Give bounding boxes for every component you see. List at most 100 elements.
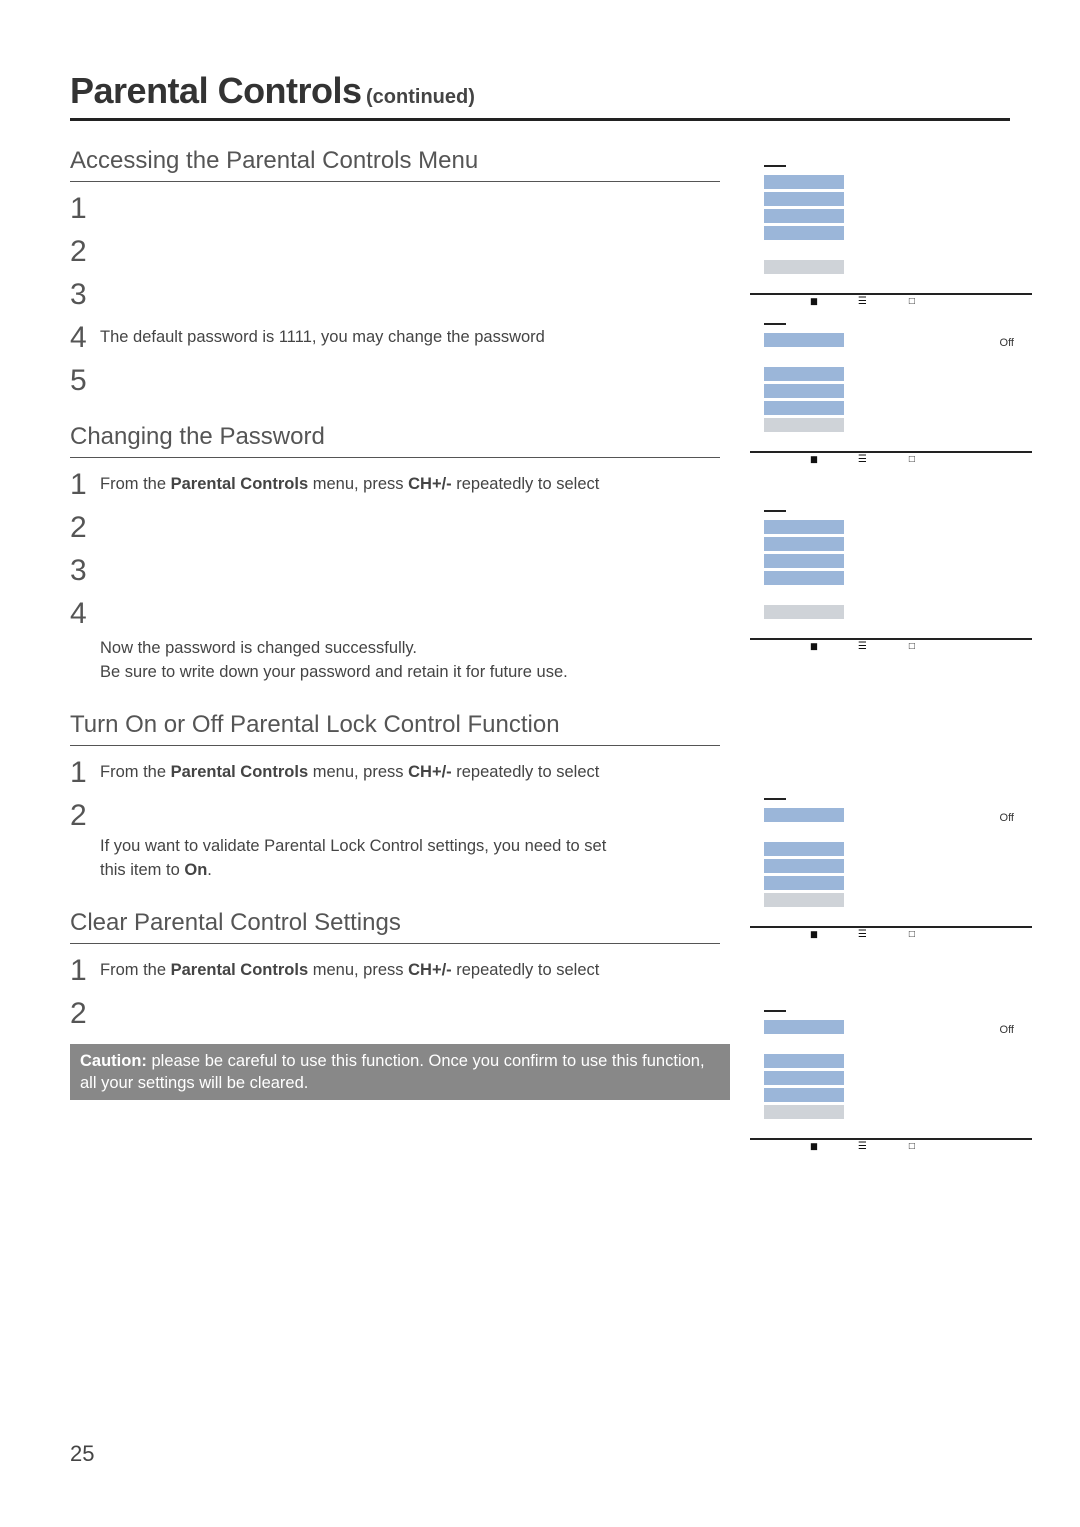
step: 1 From the Parental Controls menu, press… [70,954,740,987]
menu-top-tick [764,1010,786,1012]
menu-screenshot-1 [750,165,1032,295]
list-icon [858,295,867,307]
menu-top-tick [764,323,786,325]
section-rule [70,181,720,182]
step-aftertext: Now the password is changed successfully… [70,632,740,685]
section-rule [70,745,720,746]
step: 1 [70,192,740,225]
menu-box [750,510,1032,640]
continued-label: (continued) [366,86,475,108]
step-number: 2 [70,235,100,268]
pause-icon [810,928,816,940]
text-run: repeatedly to select [452,961,600,979]
menu-item [764,876,844,890]
text-run: this item to [100,861,184,879]
menu-item-list [764,808,844,910]
section-heading-password: Changing the Password [70,423,740,451]
menu-item [764,842,844,856]
text-run: Now the password is changed successfully… [100,639,417,657]
step-number: 1 [70,954,100,987]
stop-icon [909,640,915,652]
menu-screenshot-2: Off [750,323,1032,453]
menu-item [764,859,844,873]
menu-item [764,175,844,189]
menu-screenshot-3 [750,510,1032,640]
bold-run: Parental Controls [171,763,309,781]
step-text: From the Parental Controls menu, press C… [100,756,599,785]
page-title: Parental Controls [70,70,362,111]
bold-run: CH+/- [408,475,452,493]
menu-off-label: Off [1000,812,1014,824]
menu-item [764,1054,844,1068]
text-run: From the [100,763,171,781]
bold-run: CH+/- [408,961,452,979]
menu-screenshot-4: Off [750,798,1032,928]
text-run: If you want to validate Parental Lock Co… [100,837,606,855]
pause-icon [810,453,816,465]
menu-footer-icons [810,928,915,940]
menu-item [764,520,844,534]
menu-item [764,333,844,347]
menu-item-spacer [764,350,844,364]
list-icon [858,928,867,940]
text-run: Be sure to write down your password and … [100,663,568,681]
menu-item [764,226,844,240]
menu-box [750,165,1032,295]
text-run: menu, press [308,763,408,781]
menu-item [764,605,844,619]
caution-text: please be careful to use this function. … [80,1052,705,1092]
menu-screenshot-5: Off [750,1010,1032,1140]
step-number: 2 [70,799,100,832]
step-text: Now the password is changed successfully… [100,632,568,685]
menu-item-spacer [764,588,844,602]
bold-run: On [184,861,207,879]
menu-box: Off [750,323,1032,453]
step-number: 2 [70,511,100,544]
step: 2 [70,799,740,832]
menu-item [764,418,844,432]
left-column: Accessing the Parental Controls Menu 1 2… [70,147,740,1100]
header-rule [70,118,1010,121]
page-root: Parental Controls (continued) Accessing … [0,0,1080,1527]
text-run: repeatedly to select [452,763,600,781]
menu-footer-icons [810,453,915,465]
menu-item [764,537,844,551]
menu-item [764,1088,844,1102]
step-number: 1 [70,468,100,501]
menu-item [764,367,844,381]
menu-box: Off [750,1010,1032,1140]
menu-top-tick [764,510,786,512]
step-text: If you want to validate Parental Lock Co… [100,830,606,883]
menu-item-list [764,333,844,435]
menu-item-spacer [764,1037,844,1051]
menu-item [764,893,844,907]
section-heading-access: Accessing the Parental Controls Menu [70,147,740,175]
bold-run: Parental Controls [171,961,309,979]
step-number: 1 [70,192,100,225]
step: 2 [70,235,740,268]
menu-item [764,384,844,398]
bold-run: CH+/- [408,763,452,781]
step: 3 [70,554,740,587]
step: 1 From the Parental Controls menu, press… [70,756,740,789]
section-heading-onoff: Turn On or Off Parental Lock Control Fun… [70,711,740,739]
menu-item [764,571,844,585]
step: 1 From the Parental Controls menu, press… [70,468,740,501]
menu-box: Off [750,798,1032,928]
menu-item [764,192,844,206]
step-number: 5 [70,364,100,397]
menu-footer-icons [810,640,915,652]
stop-icon [909,453,915,465]
list-icon [858,453,867,465]
step: 5 [70,364,740,397]
step-number: 1 [70,756,100,789]
stop-icon [909,295,915,307]
stop-icon [909,1140,915,1152]
pause-icon [810,1140,816,1152]
caution-label: Caution: [80,1052,147,1070]
page-number: 25 [70,1441,94,1467]
step-text: The default password is 1111, you may ch… [100,321,545,350]
step: 4 The default password is 1111, you may … [70,321,740,354]
step-text: From the Parental Controls menu, press C… [100,468,599,497]
menu-item-list [764,175,844,277]
